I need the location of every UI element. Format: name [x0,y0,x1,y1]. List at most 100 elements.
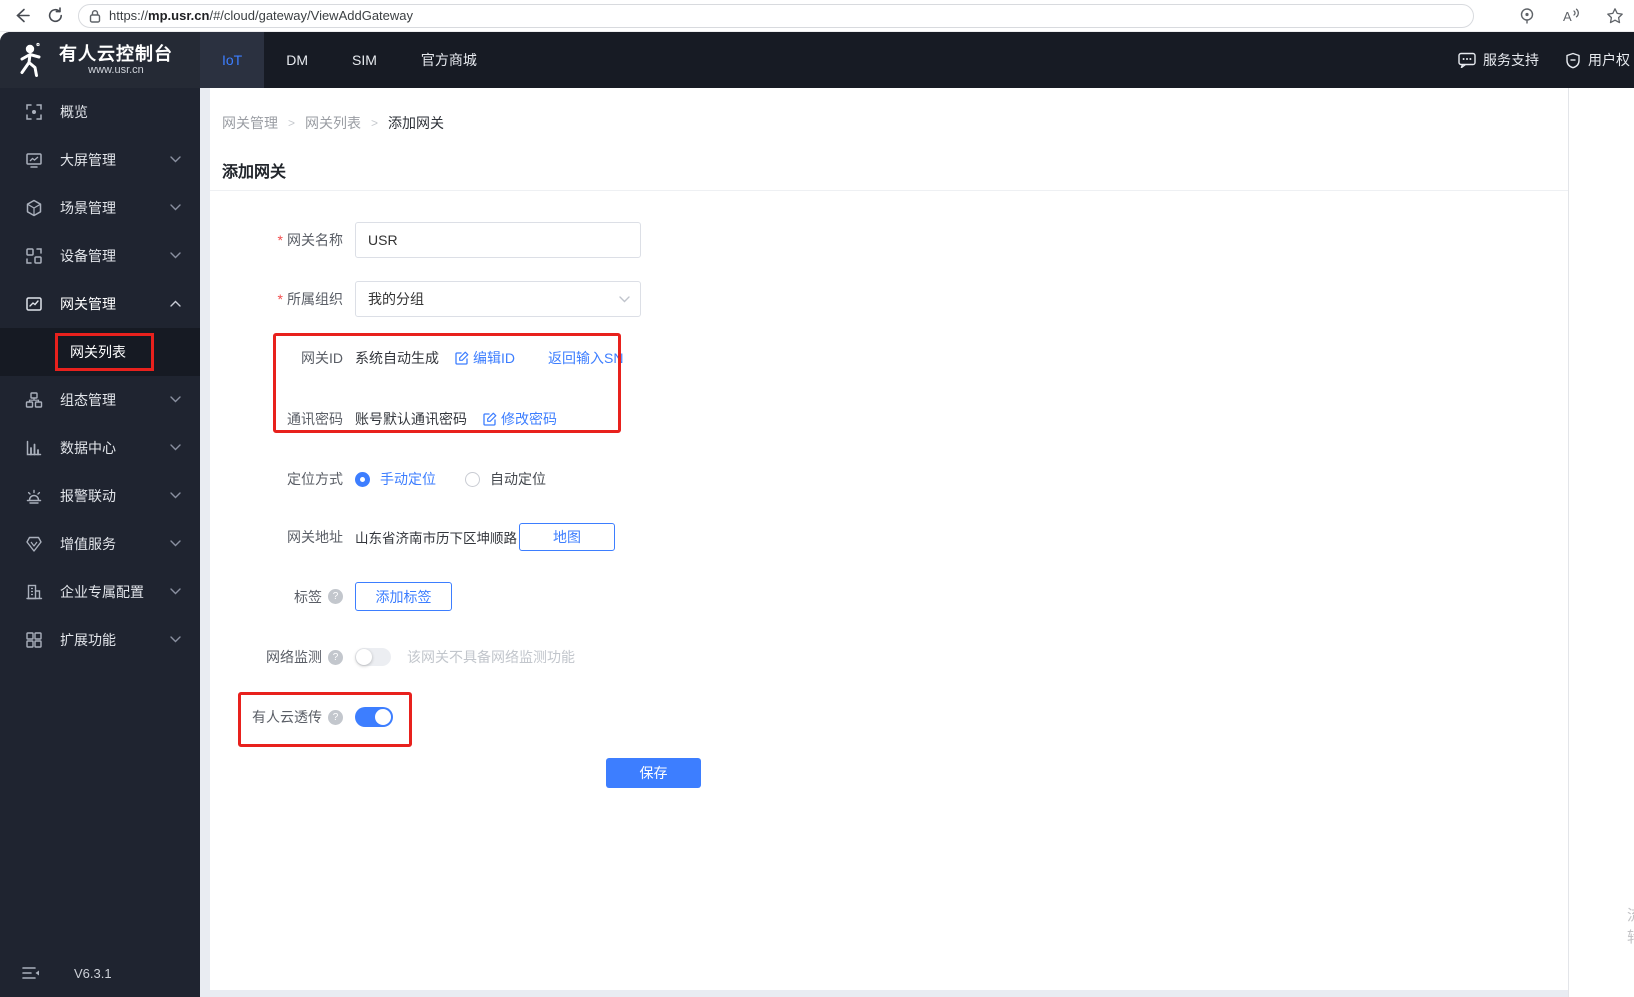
gateway-address-value: 山东省济南市历下区坤顺路 [355,531,517,546]
tab-dm[interactable]: DM [264,32,330,88]
help-icon[interactable]: ? [328,709,343,725]
network-monitor-label: 网络监测 ? [210,647,343,667]
url-bar[interactable]: https://mp.usr.cn/#/cloud/gateway/ViewAd… [78,3,1474,28]
bar-chart-icon [24,438,44,458]
passthrough-toggle[interactable] [355,707,393,727]
content-card: 网关管理 > 网关列表 > 添加网关 添加网关 *网关名称 *所属组织 我的分组 [210,88,1568,990]
collapse-sidebar-icon[interactable] [22,966,40,980]
browser-back-icon[interactable] [8,3,34,29]
sidebar-item-enterprise-config[interactable]: 企业专属配置 [0,568,200,616]
toggle-knob [356,649,372,665]
save-button[interactable]: 保存 [606,758,701,788]
building-icon [24,582,44,602]
floating-widget-clipped[interactable]: 流转 [1627,905,1634,957]
sidebar-item-value-added-services[interactable]: 增值服务 [0,520,200,568]
chevron-down-icon [170,204,182,212]
chevron-down-icon [170,444,182,452]
scada-icon [24,390,44,410]
chevron-down-icon [170,636,182,644]
user-permission-label: 用户权 [1588,52,1630,68]
breadcrumb-gateway-list[interactable]: 网关列表 [305,113,361,133]
screen-icon [24,150,44,170]
required-asterisk: * [277,232,283,248]
title-divider [210,190,1568,191]
browser-chrome: https://mp.usr.cn/#/cloud/gateway/ViewAd… [0,0,1634,32]
sidebar-item-label: 数据中心 [60,440,116,456]
edit-icon [483,412,497,426]
back-to-sn-link[interactable]: 返回输入SN [548,348,623,368]
breadcrumb-gateway-management[interactable]: 网关管理 [222,113,278,133]
breadcrumb-separator: > [288,116,296,130]
tab-official-store[interactable]: 官方商城 [399,32,499,88]
comm-password-value: 账号默认通讯密码 [355,411,467,427]
sidebar-item-label: 企业专属配置 [60,584,144,600]
chevron-up-icon [170,300,182,308]
sidebar-item-data-center[interactable]: 数据中心 [0,424,200,472]
form-row-tags: 标签 ? 添加标签 [210,582,1548,611]
sidebar-item-label: 扩展功能 [60,632,116,648]
sidebar-item-label: 概览 [60,104,88,120]
read-aloud-icon[interactable]: A [1558,3,1584,29]
browser-refresh-icon[interactable] [42,3,68,29]
tab-sim[interactable]: SIM [330,32,399,88]
sidebar-item-label: 网关管理 [60,296,116,312]
manual-location-label[interactable]: 手动定位 [380,469,436,489]
map-button[interactable]: 地图 [519,523,615,551]
breadcrumb-current: 添加网关 [388,115,445,131]
form-row-comm-password: 通讯密码 账号默认通讯密码 修改密码 [210,409,1548,429]
network-monitor-toggle[interactable] [355,648,391,666]
sidebar: 概览 大屏管理 场景管理 设备管理 网关管理 网关列表 组态管理 数据中心 报警… [0,88,200,997]
gateway-name-input[interactable] [355,222,641,258]
help-icon[interactable]: ? [328,589,343,604]
user-permission[interactable]: 用户权 [1565,50,1630,70]
service-support[interactable]: 服务支持 [1458,50,1539,70]
change-password-link[interactable]: 修改密码 [483,409,557,429]
service-support-label: 服务支持 [1483,52,1539,68]
sidebar-item-scada[interactable]: 组态管理 [0,376,200,424]
form-row-gateway-name: * 网关名称 [210,222,1548,258]
main-area: 网关管理 > 网关列表 > 添加网关 添加网关 *网关名称 *所属组织 我的分组 [200,88,1568,997]
sidebar-item-label: 大屏管理 [60,152,116,168]
alarm-icon [24,486,44,506]
sidebar-item-alarm-linkage[interactable]: 报警联动 [0,472,200,520]
organization-select[interactable]: 我的分组 [355,281,641,317]
sidebar-item-device-management[interactable]: 设备管理 [0,232,200,280]
sidebar-item-gateway-list[interactable]: 网关列表 [0,328,200,376]
form-row-passthrough: 有人云透传 ? [210,707,1548,727]
tab-iot[interactable]: IoT [200,32,265,88]
app-topbar: R 有人云控制台 www.usr.cn IoT DM SIM 官方商城 [0,32,1634,88]
scene-icon [24,198,44,218]
auto-location-label[interactable]: 自动定位 [490,469,546,489]
sidebar-item-screen-management[interactable]: 大屏管理 [0,136,200,184]
sidebar-item-label: 设备管理 [60,248,116,264]
sidebar-subitem-label: 网关列表 [70,344,126,360]
sidebar-item-scene-management[interactable]: 场景管理 [0,184,200,232]
edit-id-link[interactable]: 编辑ID [455,348,515,368]
chat-icon [1458,52,1476,68]
chevron-down-icon [170,396,182,404]
logo[interactable]: R 有人云控制台 www.usr.cn [0,32,200,88]
help-icon[interactable]: ? [328,649,343,665]
chevron-down-icon [170,492,182,500]
favorite-star-icon[interactable] [1602,3,1628,29]
logo-title: 有人云控制台 [59,43,173,64]
auto-location-radio[interactable] [465,471,480,487]
geolocation-icon[interactable] [1514,3,1540,29]
sidebar-item-overview[interactable]: 概览 [0,88,200,136]
network-monitor-hint: 该网关不具备网络监测功能 [407,649,575,665]
tags-label: 标签 ? [210,587,343,607]
add-tag-button[interactable]: 添加标签 [355,582,452,611]
gateway-name-label: * 网关名称 [277,232,343,248]
sidebar-footer: V6.3.1 [0,955,200,991]
grid-icon [24,630,44,650]
overview-icon [24,102,44,122]
top-nav-tabs: IoT DM SIM 官方商城 [200,32,499,88]
sidebar-item-gateway-management[interactable]: 网关管理 [0,280,200,328]
manual-location-radio[interactable] [355,471,370,487]
sidebar-item-extensions[interactable]: 扩展功能 [0,616,200,664]
organization-label: * 所属组织 [277,291,343,307]
topbar-right: 服务支持 用户权 [1458,32,1634,88]
chevron-down-icon [170,252,182,260]
logo-subtitle: www.usr.cn [88,63,144,76]
chevron-down-icon [619,295,630,302]
